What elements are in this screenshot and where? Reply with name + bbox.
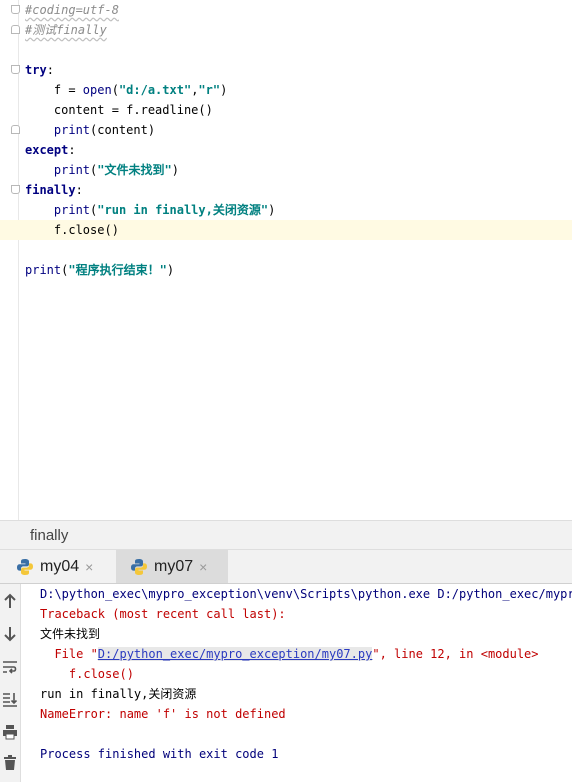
fold-marker-icon[interactable] — [11, 25, 20, 34]
code-text: finally: — [25, 180, 83, 200]
code-token: except — [25, 143, 69, 157]
code-token: print — [25, 263, 62, 277]
run-console[interactable]: D:\python_exec\mypro_exception\venv\Scri… — [21, 584, 572, 782]
code-token: try — [25, 63, 47, 77]
console-traceback: Traceback (most recent call last): — [40, 607, 286, 621]
code-token: ) — [171, 163, 179, 177]
traceback-file-suffix: ", line 12, in <module> — [372, 647, 539, 661]
code-token: #coding=utf-8 — [25, 3, 119, 17]
code-text: content = f.readline() — [25, 100, 213, 120]
code-token: "文件未找到" — [97, 163, 172, 177]
fold-marker-icon[interactable] — [11, 65, 20, 74]
code-token: f.close() — [25, 223, 119, 237]
soft-wrap-icon[interactable] — [0, 656, 20, 678]
code-token: (content) — [90, 123, 156, 137]
code-token: ( — [111, 83, 119, 97]
code-token: : — [75, 183, 83, 197]
code-text: print("文件未找到") — [25, 160, 179, 180]
breadcrumb[interactable]: finally — [0, 520, 572, 550]
code-token: ) — [220, 83, 228, 97]
code-text: f = open("d:/a.txt","r") — [25, 80, 227, 100]
fold-marker-icon[interactable] — [11, 125, 20, 134]
code-token: print — [53, 123, 91, 137]
traceback-file-prefix: File " — [40, 647, 98, 661]
run-tabs-bar: my04 × my07 × — [0, 550, 572, 584]
code-token: content = f.readline() — [25, 103, 213, 117]
console-output-line: 文件未找到 — [40, 627, 101, 641]
code-line[interactable]: f.close() — [0, 220, 572, 240]
console-output-line: run in finally,关闭资源 — [40, 687, 197, 701]
code-editor[interactable]: #coding=utf-8 #测试finally try: f = open("d:… — [0, 0, 572, 520]
code-token: #测试finally — [25, 23, 107, 37]
trash-icon[interactable] — [0, 752, 20, 774]
code-text: #测试finally — [25, 20, 107, 40]
breadcrumb-label: finally — [30, 527, 69, 544]
print-icon[interactable] — [0, 721, 20, 743]
code-token: "d:/a.txt" — [118, 83, 192, 97]
code-text: print("run in finally,关闭资源") — [25, 200, 275, 220]
close-icon[interactable]: × — [85, 559, 93, 575]
code-token: print — [53, 163, 91, 177]
tab-my04[interactable]: my04 × — [16, 550, 112, 583]
console-error: NameError: name 'f' is not defined — [40, 707, 286, 721]
console-command-line: D:\python_exec\mypro_exception\venv\Scri… — [40, 587, 572, 601]
traceback-file-link[interactable]: D:/python_exec/mypro_exception/my07.py — [97, 647, 373, 661]
code-token: ) — [268, 203, 276, 217]
console-traceback-code: f.close() — [40, 667, 134, 681]
console-traceback-file: File "D:/python_exec/mypro_exception/my0… — [40, 644, 539, 664]
code-text: except: — [25, 140, 76, 160]
code-token: ) — [166, 263, 175, 277]
code-token: print — [53, 203, 91, 217]
code-text: f.close() — [25, 220, 119, 240]
console-toolbar — [0, 584, 21, 782]
code-token: f = — [25, 83, 83, 97]
arrow-down-icon[interactable] — [0, 623, 20, 645]
code-text: print("程序执行结束！") — [25, 260, 174, 280]
fold-marker-icon[interactable] — [11, 5, 20, 14]
editor-gutter — [0, 0, 20, 520]
code-text: print(content) — [25, 120, 155, 140]
code-token: finally — [25, 183, 76, 197]
tab-label: my07 — [154, 557, 194, 575]
python-icon — [130, 558, 148, 576]
code-token: "run in finally,关闭资源" — [97, 203, 269, 217]
code-text: try: — [25, 60, 54, 80]
code-token: "程序执行结束！" — [68, 263, 167, 277]
code-token: : — [68, 143, 76, 157]
tab-my07[interactable]: my07 × — [116, 550, 228, 583]
console-exit-status: Process finished with exit code 1 — [40, 747, 279, 761]
code-token: open — [82, 83, 112, 97]
scroll-to-end-icon[interactable] — [0, 688, 20, 710]
arrow-up-icon[interactable] — [0, 590, 20, 612]
code-token: "r" — [198, 83, 221, 97]
code-text: #coding=utf-8 — [25, 0, 119, 20]
tab-label: my04 — [40, 557, 80, 575]
close-icon[interactable]: × — [199, 559, 207, 575]
fold-marker-icon[interactable] — [11, 185, 20, 194]
code-token: : — [46, 63, 54, 77]
python-icon — [16, 558, 34, 576]
